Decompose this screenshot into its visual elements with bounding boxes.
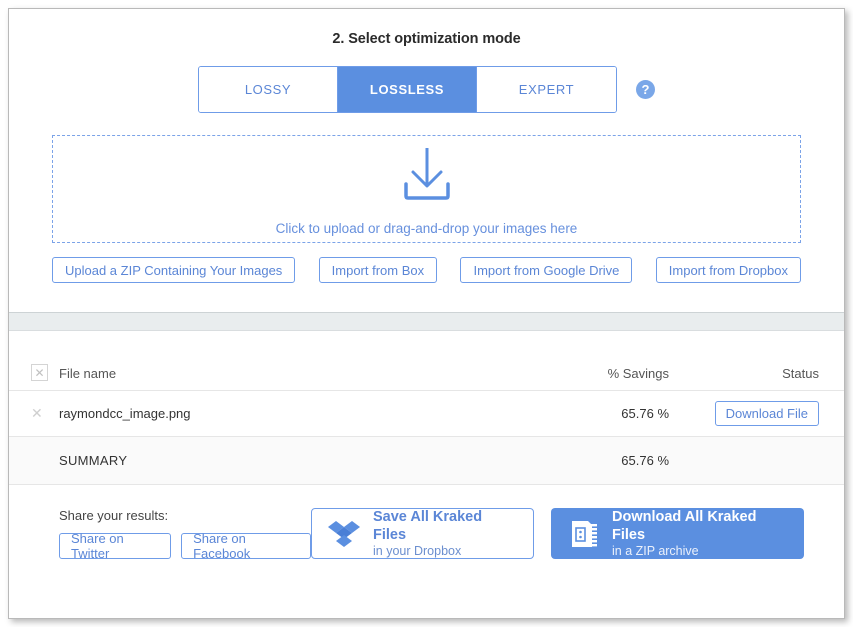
save-to-dropbox-button[interactable]: Save All Kraked Files in your Dropbox [311,508,534,559]
summary-savings: 65.76 % [621,453,669,468]
dropbox-button-title: Save All Kraked Files [373,508,483,543]
share-section: Share your results: Share on Twitter Sha… [59,508,311,561]
dropzone-label: Click to upload or drag-and-drop your im… [275,221,578,236]
share-twitter-button[interactable]: Share on Twitter [59,531,172,561]
share-footer: Share your results: Share on Twitter Sha… [9,485,844,561]
mode-tab-lossless[interactable]: LOSSLESS [338,67,477,112]
share-facebook-button[interactable]: Share on Facebook [181,531,311,561]
optimization-mode-row: LOSSY LOSSLESS EXPERT ? [9,66,844,113]
clear-all-cell: ✕ [31,364,59,381]
download-file-button[interactable]: Download File [714,401,819,426]
section-divider [9,312,844,331]
zip-button-title: Download All Kraked Files [612,508,757,543]
bulk-actions-row: Save All Kraked Files in your Dropbox Do… [311,508,804,559]
import-box-button[interactable]: Import from Box [318,257,438,283]
import-buttons-row: Upload a ZIP Containing Your Images Impo… [52,257,801,283]
download-arrow-icon [396,146,458,207]
results-table: ✕ File name % Savings Status ✕ raymondcc… [9,331,844,485]
row-status-cell: Download File [669,401,819,426]
column-header-savings: % Savings [607,366,669,381]
upload-panel: 2. Select optimization mode LOSSY LOSSLE… [9,9,844,331]
optimization-mode-switch: LOSSY LOSSLESS EXPERT [198,66,617,113]
zip-button-text: Download All Kraked Files in a ZIP archi… [612,508,788,560]
page-title: 2. Select optimization mode [332,31,521,47]
dropbox-logo-icon [328,519,360,549]
table-summary-row: SUMMARY 65.76 % [9,437,844,485]
close-x-icon[interactable]: ✕ [31,405,43,421]
mode-tab-expert[interactable]: EXPERT [477,67,616,112]
summary-label: SUMMARY [59,453,128,468]
download-all-zip-button[interactable]: Download All Kraked Files in a ZIP archi… [551,508,804,559]
column-header-status-label: Status [782,366,819,381]
table-row: ✕ raymondcc_image.png 65.76 % Download F… [9,391,844,437]
row-savings: 65.76 % [621,406,669,421]
dropbox-button-subtitle: in your Dropbox [373,543,462,558]
mode-tab-lossy[interactable]: LOSSY [199,67,338,112]
kraken-optimizer-window: 2. Select optimization mode LOSSY LOSSLE… [8,8,845,619]
zip-button-subtitle: in a ZIP archive [612,543,699,558]
dropbox-button-text: Save All Kraked Files in your Dropbox [373,508,517,560]
close-x-icon[interactable]: ✕ [31,364,48,381]
share-label: Share your results: [59,508,169,523]
file-dropzone[interactable]: Click to upload or drag-and-drop your im… [52,135,801,243]
row-remove-cell: ✕ [31,405,59,423]
import-dropbox-button[interactable]: Import from Dropbox [655,257,801,283]
share-buttons-row: Share on Twitter Share on Facebook [59,531,311,561]
upload-zip-button[interactable]: Upload a ZIP Containing Your Images [52,257,296,283]
table-header-row: ✕ File name % Savings Status [9,331,844,391]
zip-archive-icon [567,518,599,550]
help-icon[interactable]: ? [636,80,655,99]
column-header-file-name: File name [59,366,117,381]
import-gdrive-button[interactable]: Import from Google Drive [460,257,633,283]
row-file-name: raymondcc_image.png [59,406,191,421]
column-header-status: Status [669,366,819,381]
